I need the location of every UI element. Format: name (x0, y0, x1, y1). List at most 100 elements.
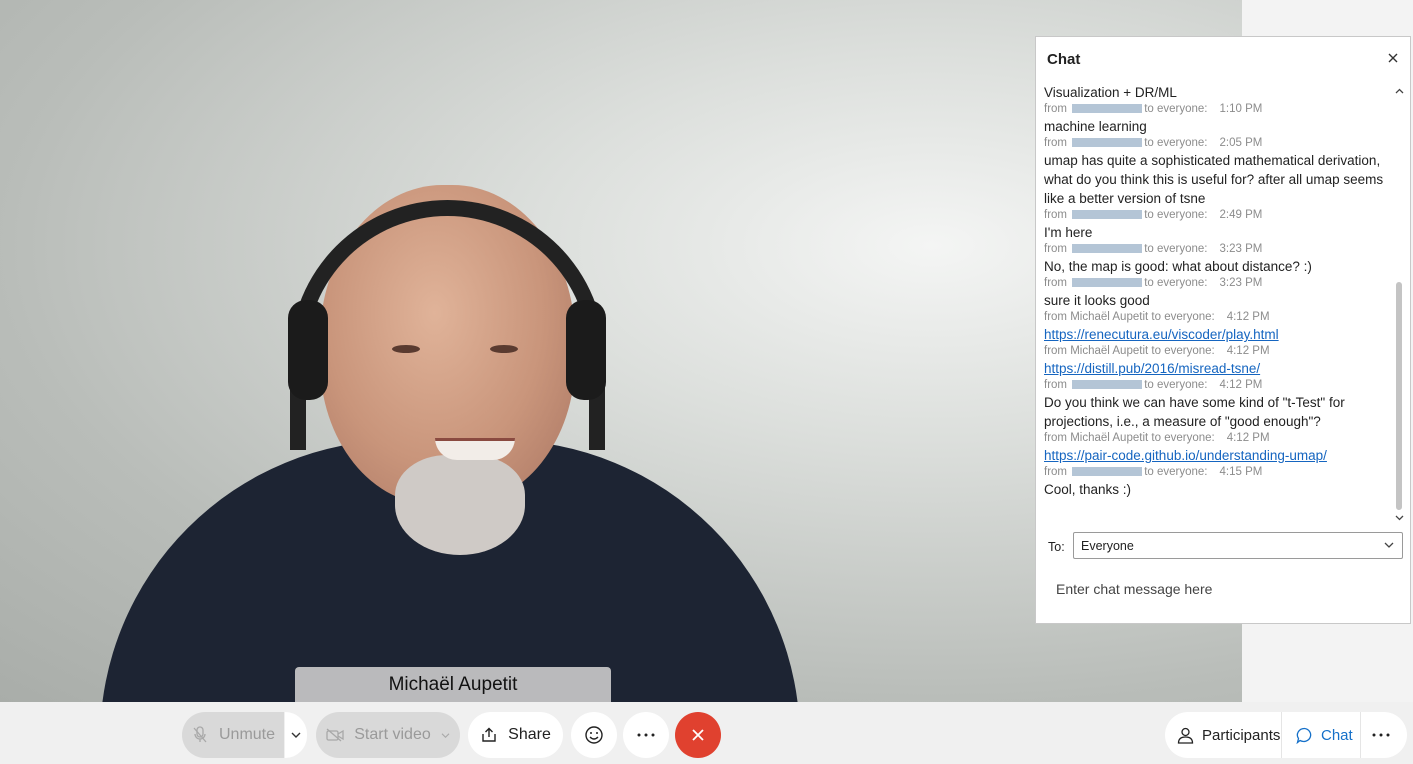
meta-from-label: from (1044, 311, 1067, 323)
chat-message: I'm here (1044, 225, 1093, 240)
recipient-text: to everyone: (1144, 379, 1208, 391)
chat-message: sure it looks good (1044, 293, 1150, 308)
recipient-select[interactable]: Everyone (1073, 532, 1403, 559)
chat-message-meta: from to everyone: 2:49 PM (1044, 208, 1390, 223)
meta-from-label: from (1044, 209, 1067, 221)
chat-message-input[interactable] (1046, 569, 1396, 609)
message-time: 2:49 PM (1219, 209, 1263, 221)
unmute-label: Unmute (218, 726, 276, 743)
chat-message: Do you think we can have some kind of "t… (1044, 395, 1345, 429)
redacted-sender (1072, 138, 1143, 148)
chat-message-meta: from Michaël Aupetit to everyone: 4:12 PM (1044, 310, 1390, 325)
chat-message-meta: from to everyone: 4:12 PM (1044, 378, 1390, 393)
sender-name: Michaël Aupetit (1070, 432, 1149, 444)
redacted-sender (1072, 244, 1143, 254)
chat-scrollbar-thumb[interactable] (1396, 282, 1402, 510)
toolbar-divider (1360, 712, 1361, 758)
message-time: 3:23 PM (1219, 277, 1263, 289)
end-call-icon (692, 729, 704, 741)
message-time: 4:12 PM (1226, 345, 1270, 357)
chat-button[interactable]: Chat (1296, 712, 1353, 758)
participants-icon (1177, 727, 1194, 744)
panel-toggles: Participants Chat (1165, 712, 1407, 758)
headphone-cup-right (566, 300, 606, 400)
message-time: 4:12 PM (1226, 432, 1270, 444)
chevron-down-icon (441, 732, 450, 738)
redacted-sender (1072, 278, 1143, 288)
close-icon[interactable] (1386, 51, 1400, 65)
recipient-text: to everyone: (1144, 137, 1208, 149)
sender-name: Michaël Aupetit (1070, 345, 1149, 357)
chat-message-meta: from Michaël Aupetit to everyone: 4:12 PM (1044, 431, 1390, 446)
redacted-sender (1072, 104, 1143, 114)
unmute-button[interactable]: Unmute (182, 712, 284, 758)
chat-message-meta: from Michaël Aupetit to everyone: 4:12 PM (1044, 344, 1390, 359)
participants-button[interactable]: Participants (1177, 712, 1280, 758)
chevron-down-icon (1384, 542, 1394, 548)
chat-link[interactable]: https://pair-code.github.io/understandin… (1044, 448, 1327, 463)
to-label: To: (1048, 540, 1065, 554)
sender-name: Michaël Aupetit (1070, 311, 1149, 323)
camera-off-icon (326, 726, 344, 744)
chat-label: Chat (1321, 726, 1353, 744)
chat-message: Cool, thanks :) (1044, 482, 1132, 497)
start-video-label: Start video (354, 726, 431, 743)
chat-link[interactable]: https://renecutura.eu/viscoder/play.html (1044, 327, 1279, 342)
recipient-text: to everyone: (1151, 311, 1215, 323)
chat-message-meta: from to everyone: 1:10 PM (1044, 102, 1390, 117)
recipient-text: to everyone: (1144, 277, 1208, 289)
meta-from-label: from (1044, 379, 1067, 391)
share-icon (480, 726, 498, 744)
meta-from-label: from (1044, 103, 1067, 115)
chat-bubble-icon (1296, 727, 1313, 744)
chat-link[interactable]: https://distill.pub/2016/misread-tsne/ (1044, 361, 1260, 376)
chat-message-list[interactable]: Visualization + DR/ML from to everyone: 1:… (1044, 83, 1390, 523)
recipient-text: to everyone: (1144, 103, 1208, 115)
meeting-toolbar: Unmute Start video Share Participants Ch… (0, 702, 1413, 764)
end-call-button[interactable] (675, 712, 721, 758)
more-icon (637, 733, 655, 737)
person-beard (395, 455, 525, 555)
share-button[interactable]: Share (468, 712, 563, 758)
more-options-button[interactable] (623, 712, 669, 758)
scroll-down-icon[interactable] (1395, 513, 1404, 522)
meta-from-label: from (1044, 243, 1067, 255)
scroll-up-icon[interactable] (1395, 87, 1404, 96)
meta-from-label: from (1044, 277, 1067, 289)
panel-more-button[interactable] (1372, 712, 1390, 758)
chat-message[interactable]: https://pair-code.github.io/understandin… (1044, 446, 1390, 465)
meeting-window: Michaël Aupetit Chat Visualization + DR/… (0, 0, 1413, 764)
message-time: 4:12 PM (1226, 311, 1270, 323)
redacted-sender (1072, 380, 1143, 390)
headphones (290, 200, 605, 450)
start-video-button[interactable]: Start video (316, 712, 460, 758)
recipient-text: to everyone: (1144, 243, 1208, 255)
chat-message[interactable]: https://distill.pub/2016/misread-tsne/ (1044, 359, 1390, 378)
headphone-cup-left (288, 300, 328, 400)
meta-from-label: from (1044, 432, 1067, 444)
message-time: 2:05 PM (1219, 137, 1263, 149)
chat-panel: Chat Visualization + DR/ML from to everyo… (1035, 36, 1411, 624)
emoji-icon (585, 726, 603, 744)
participants-label: Participants (1202, 726, 1281, 744)
audio-options-button[interactable] (285, 712, 307, 758)
recipient-text: to everyone: (1144, 466, 1208, 478)
message-time: 4:15 PM (1219, 466, 1263, 478)
meta-from-label: from (1044, 345, 1067, 357)
chat-message: umap has quite a sophisticated mathemati… (1044, 153, 1384, 206)
chat-message-meta: from to everyone: 3:23 PM (1044, 242, 1390, 257)
message-time: 4:12 PM (1219, 379, 1263, 391)
redacted-sender (1072, 210, 1143, 220)
meta-from-label: from (1044, 466, 1067, 478)
meta-from-label: from (1044, 137, 1067, 149)
reactions-button[interactable] (571, 712, 617, 758)
chevron-down-icon (291, 732, 301, 738)
participant-name-tag: Michaël Aupetit (295, 667, 611, 702)
recipient-value: Everyone (1081, 538, 1134, 553)
toolbar-divider (1281, 712, 1282, 758)
message-time: 1:10 PM (1219, 103, 1263, 115)
chat-title: Chat (1047, 51, 1081, 68)
chat-message[interactable]: https://renecutura.eu/viscoder/play.html (1044, 325, 1390, 344)
chat-message: machine learning (1044, 119, 1147, 134)
recipient-text: to everyone: (1144, 209, 1208, 221)
